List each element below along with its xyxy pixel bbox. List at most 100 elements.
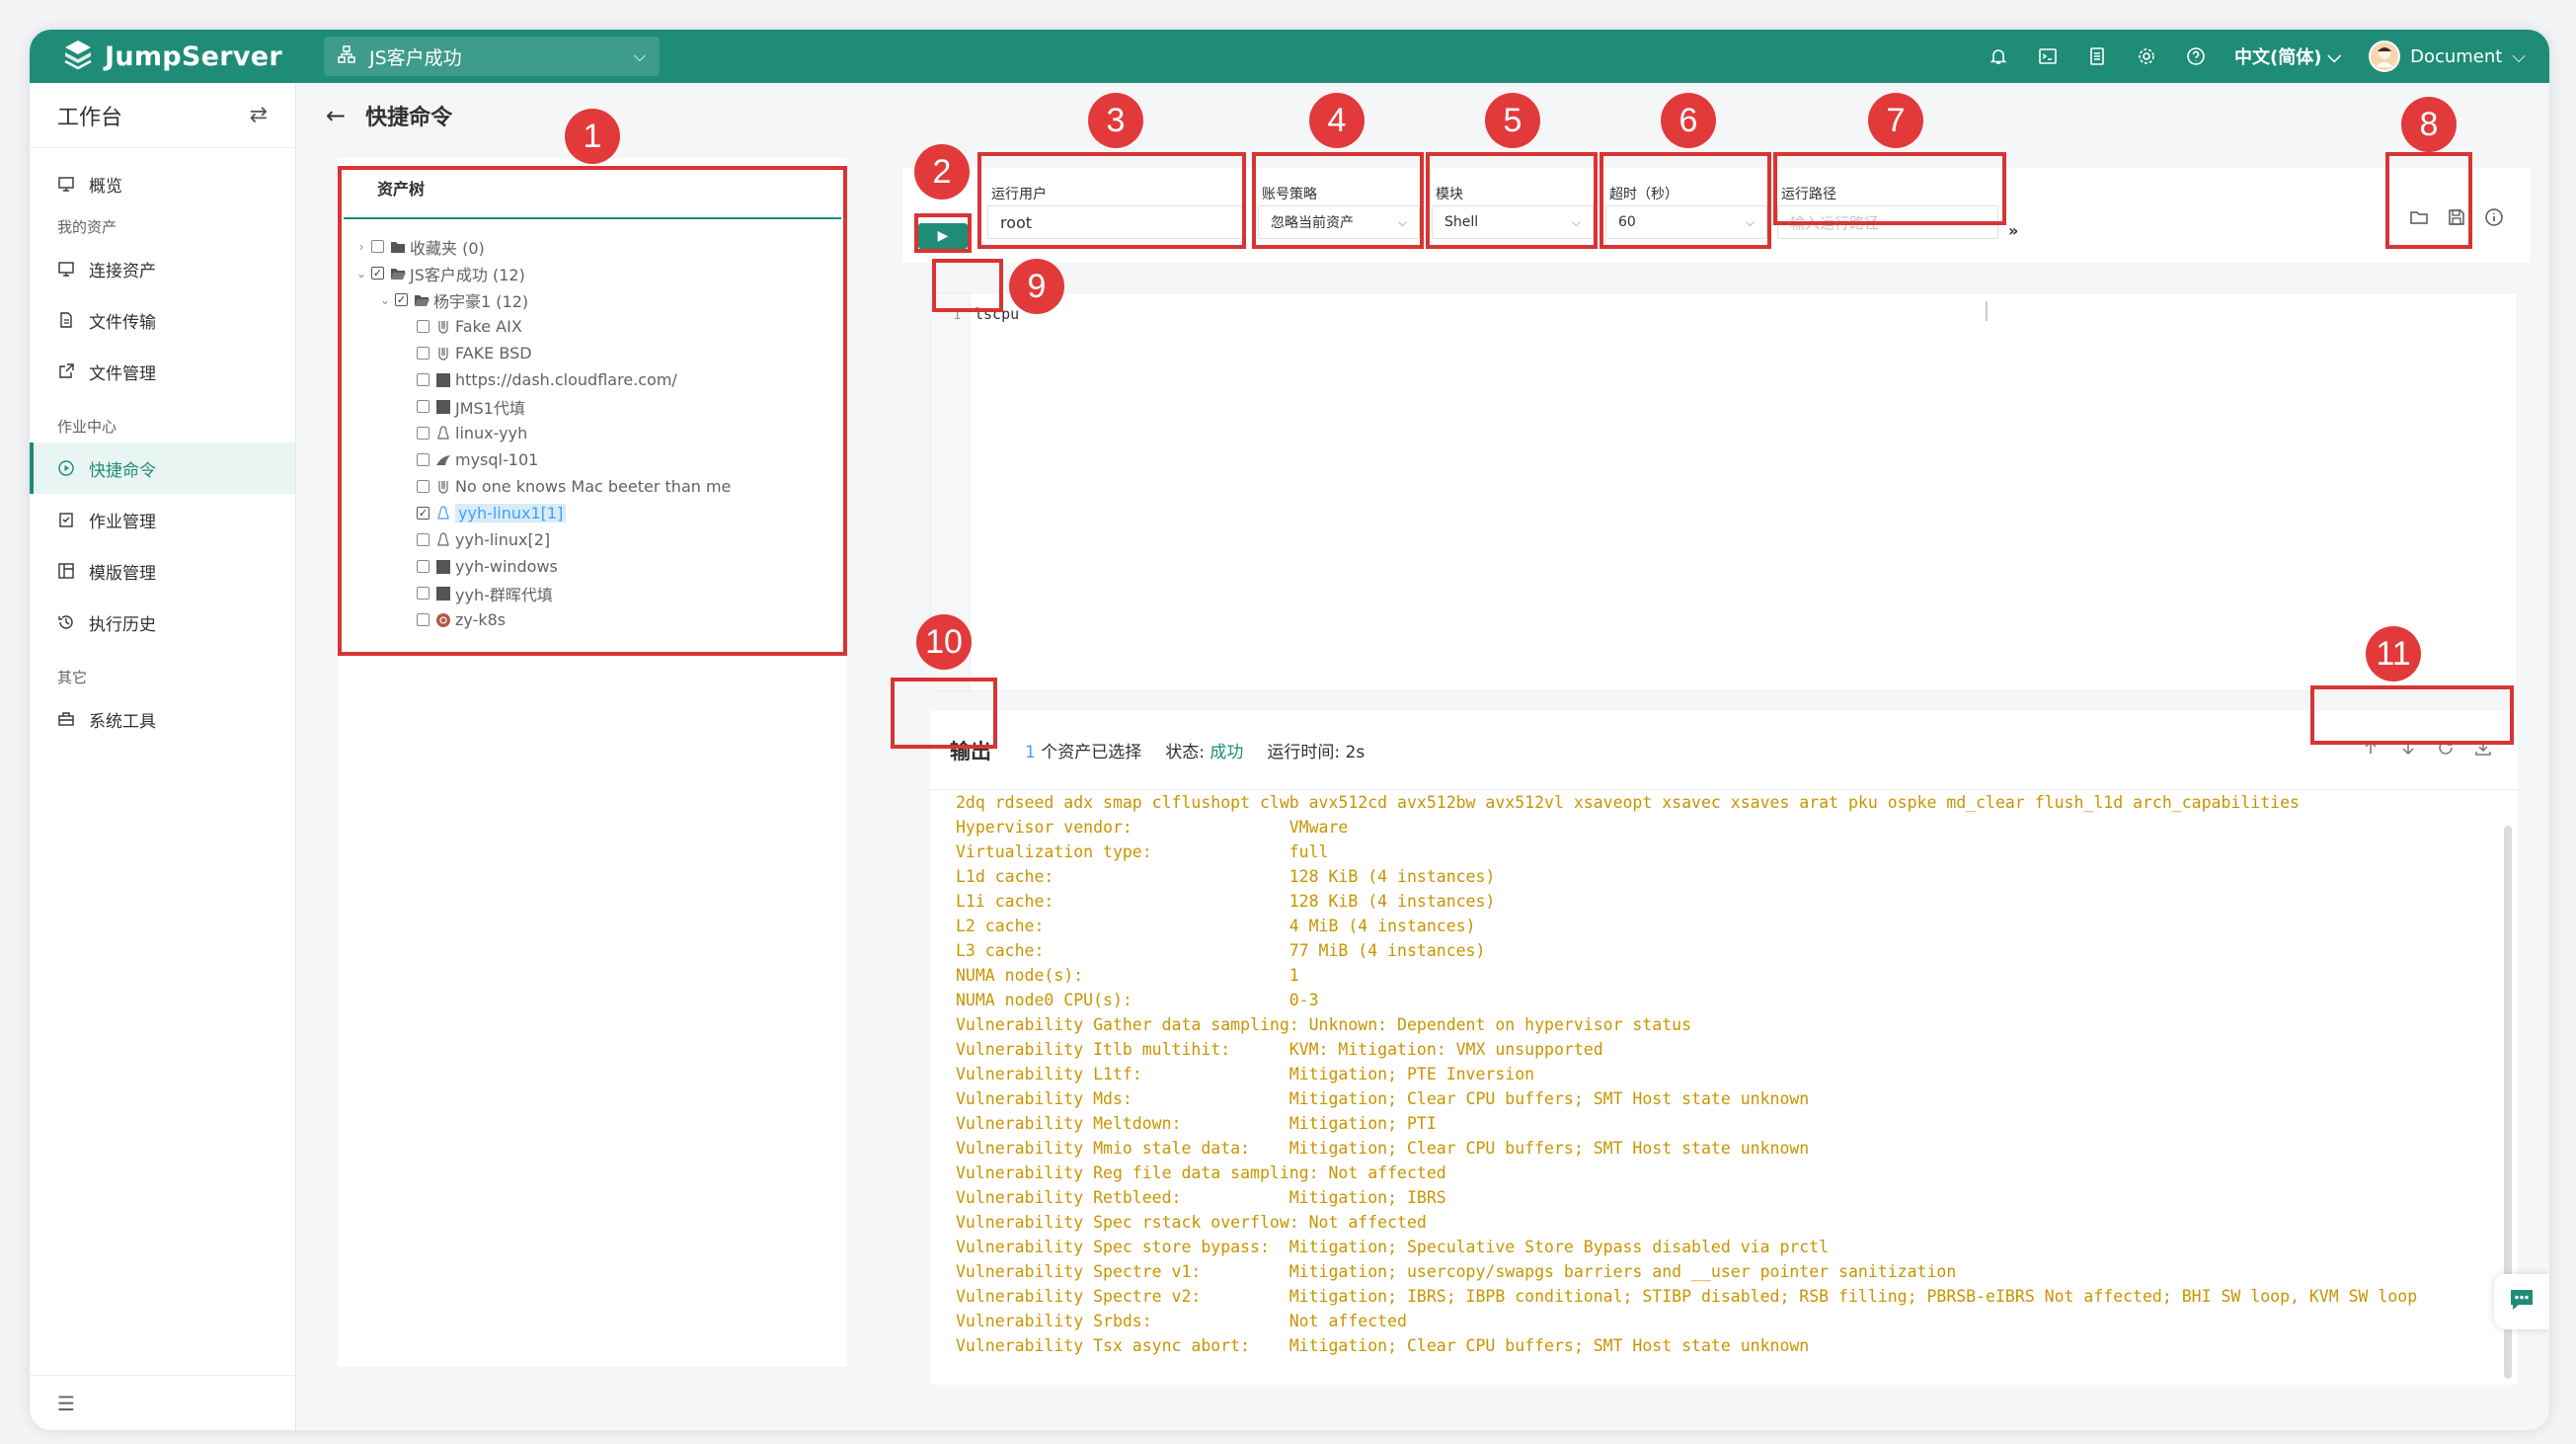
sidebar-group-other: 其它	[57, 668, 88, 686]
tree-node[interactable]: JMS1代填	[338, 393, 847, 420]
output-console[interactable]: 2dq rdseed adx smap clflushopt clwb avx5…	[930, 790, 2518, 1385]
run-button[interactable]: ▶	[918, 223, 968, 249]
tree-node-label: JS客户成功 (12)	[410, 265, 525, 284]
download-icon[interactable]	[2474, 739, 2494, 759]
windows-icon	[435, 559, 451, 575]
arrow-down-icon[interactable]	[2399, 739, 2419, 759]
tree-node[interactable]: ⌄ ✓ JS客户成功 (12)	[338, 260, 847, 286]
tree-node-label: yyh-windows	[455, 557, 558, 576]
mysql-icon	[435, 452, 451, 468]
windows-icon	[435, 586, 451, 602]
sidebar-item-file-manage[interactable]: 文件管理	[30, 346, 295, 397]
annotation-badge: 6	[1661, 93, 1716, 148]
save-icon[interactable]	[2447, 207, 2468, 229]
tree-checkbox[interactable]	[417, 587, 429, 600]
run-user-input[interactable]: root	[987, 205, 1246, 239]
tree-node[interactable]: linux-yyh	[338, 420, 847, 446]
tree-node[interactable]: yyh-linux[2]	[338, 526, 847, 553]
tree-checkbox[interactable]	[371, 240, 384, 253]
help-icon[interactable]	[2185, 45, 2207, 67]
tree-checkbox[interactable]	[417, 453, 429, 466]
chevron-down-icon: ⌵	[2327, 45, 2342, 67]
play-circle-icon	[57, 459, 75, 477]
gear-icon[interactable]	[2136, 45, 2157, 67]
sidebar-item-history[interactable]: 执行历史	[30, 597, 295, 648]
tree-checkbox[interactable]	[417, 427, 429, 440]
run-status: 状态: 成功	[1165, 738, 1243, 762]
timeout-label: 超时（秒）	[1609, 187, 1678, 202]
org-select[interactable]: JS客户成功 ⌵	[324, 37, 660, 76]
tree-node[interactable]: mysql-101	[338, 446, 847, 473]
sidebar-item-overview[interactable]: 概览	[30, 158, 295, 209]
tree-node[interactable]: FAKE BSD	[338, 340, 847, 366]
tree-checkbox[interactable]	[417, 480, 429, 493]
account-policy-select[interactable]: 忽略当前资产 ⌵	[1258, 205, 1420, 239]
refresh-icon[interactable]	[2437, 739, 2457, 759]
line-number: 1	[953, 307, 962, 323]
tree-node[interactable]: › 收藏夹 (0)	[338, 233, 847, 260]
run-path-input[interactable]: 输入运行路径	[1777, 205, 1998, 239]
back-arrow-icon[interactable]: ←	[326, 102, 346, 129]
output-line: Hypervisor vendor: VMware	[956, 818, 1349, 837]
sidebar-item-connect[interactable]: 连接资产	[30, 243, 295, 294]
document-list-icon[interactable]	[2086, 45, 2108, 67]
tree-node[interactable]: No one knows Mac beeter than me	[338, 473, 847, 500]
sidebar-item-template-manage[interactable]: 模版管理	[30, 545, 295, 597]
logo[interactable]: JumpServer	[61, 40, 282, 73]
command-code[interactable]: lscpu	[975, 305, 1019, 323]
account-policy-value: 忽略当前资产	[1271, 215, 1354, 231]
timeout-select[interactable]: 60 ⌵	[1605, 205, 1767, 239]
tree-checkbox[interactable]	[417, 400, 429, 413]
template-icon	[57, 562, 75, 580]
tree-node[interactable]: zy-k8s	[338, 606, 847, 633]
bell-icon[interactable]	[1988, 45, 2009, 67]
output-line: L1d cache: 128 KiB (4 instances)	[956, 867, 1496, 886]
run-path-label: 运行路径	[1781, 187, 1836, 202]
tree-node[interactable]: yyh-windows	[338, 553, 847, 580]
windows-icon	[435, 399, 451, 415]
chevron-down-icon[interactable]: ⌄	[351, 267, 371, 281]
terminal-icon[interactable]	[2037, 45, 2059, 67]
module-select[interactable]: Shell ⌵	[1432, 205, 1594, 239]
tree-node[interactable]: Fake AIX	[338, 313, 847, 340]
output-line: Vulnerability Spec rstack overflow: Not …	[956, 1213, 1427, 1232]
switch-view-icon[interactable]: ⇄	[250, 103, 268, 127]
arrow-up-icon[interactable]	[2362, 739, 2381, 759]
sidebar-group-job-center: 作业中心	[57, 417, 117, 436]
collapse-menu-icon[interactable]: ☰	[30, 1375, 295, 1430]
annotation-badge: 4	[1309, 93, 1365, 148]
tree-node[interactable]: https://dash.cloudflare.com/	[338, 366, 847, 393]
tree-node[interactable]: yyh-群晖代填	[338, 580, 847, 606]
annotation-badge: 1	[565, 109, 620, 164]
tree-checkbox[interactable]	[417, 613, 429, 626]
app-window: JumpServer JS客户成功 ⌵ 中文(简体)⌵ Document ⌵	[30, 30, 2549, 1430]
sidebar-item-job-manage[interactable]: 作业管理	[30, 494, 295, 545]
tree-node[interactable]: ⌄ ✓ 杨宇豪1 (12)	[338, 286, 847, 313]
sidebar-item-quick-command[interactable]: 快捷命令	[30, 442, 295, 494]
command-editor[interactable]: 1 lscpu	[930, 292, 2518, 691]
chat-support-button[interactable]	[2494, 1274, 2549, 1329]
sidebar-group-my-assets: 我的资产	[57, 217, 117, 236]
tree-checkbox[interactable]: ✓	[371, 267, 384, 280]
language-select[interactable]: 中文(简体) ⌵	[2234, 43, 2341, 69]
expand-double-chevron-icon[interactable]: »	[2008, 221, 2018, 240]
annotation-badge: 3	[1088, 93, 1143, 148]
tree-checkbox[interactable]	[417, 373, 429, 386]
tree-checkbox[interactable]	[417, 533, 429, 546]
chevron-down-icon[interactable]: ⌄	[375, 293, 395, 307]
folder-open-icon[interactable]	[2409, 207, 2431, 229]
info-icon[interactable]	[2484, 207, 2506, 229]
tree-checkbox[interactable]: ✓	[417, 507, 429, 520]
tree-checkbox[interactable]	[417, 560, 429, 573]
sidebar-item-system-tools[interactable]: 系统工具	[30, 693, 295, 745]
selected-assets: 1 个资产已选择	[1025, 738, 1141, 762]
output-line: Vulnerability Spec store bypass: Mitigat…	[956, 1238, 1830, 1256]
tree-checkbox[interactable]	[417, 320, 429, 333]
sidebar-item-label: 执行历史	[89, 614, 156, 635]
tree-checkbox[interactable]: ✓	[395, 293, 408, 306]
tree-node[interactable]: ✓ yyh-linux1[1]	[338, 500, 847, 526]
tree-checkbox[interactable]	[417, 347, 429, 360]
chevron-right-icon[interactable]: ›	[351, 240, 371, 254]
sidebar-item-file-transfer[interactable]: 文件传输	[30, 294, 295, 346]
user-menu[interactable]: Document ⌵	[2369, 40, 2526, 72]
